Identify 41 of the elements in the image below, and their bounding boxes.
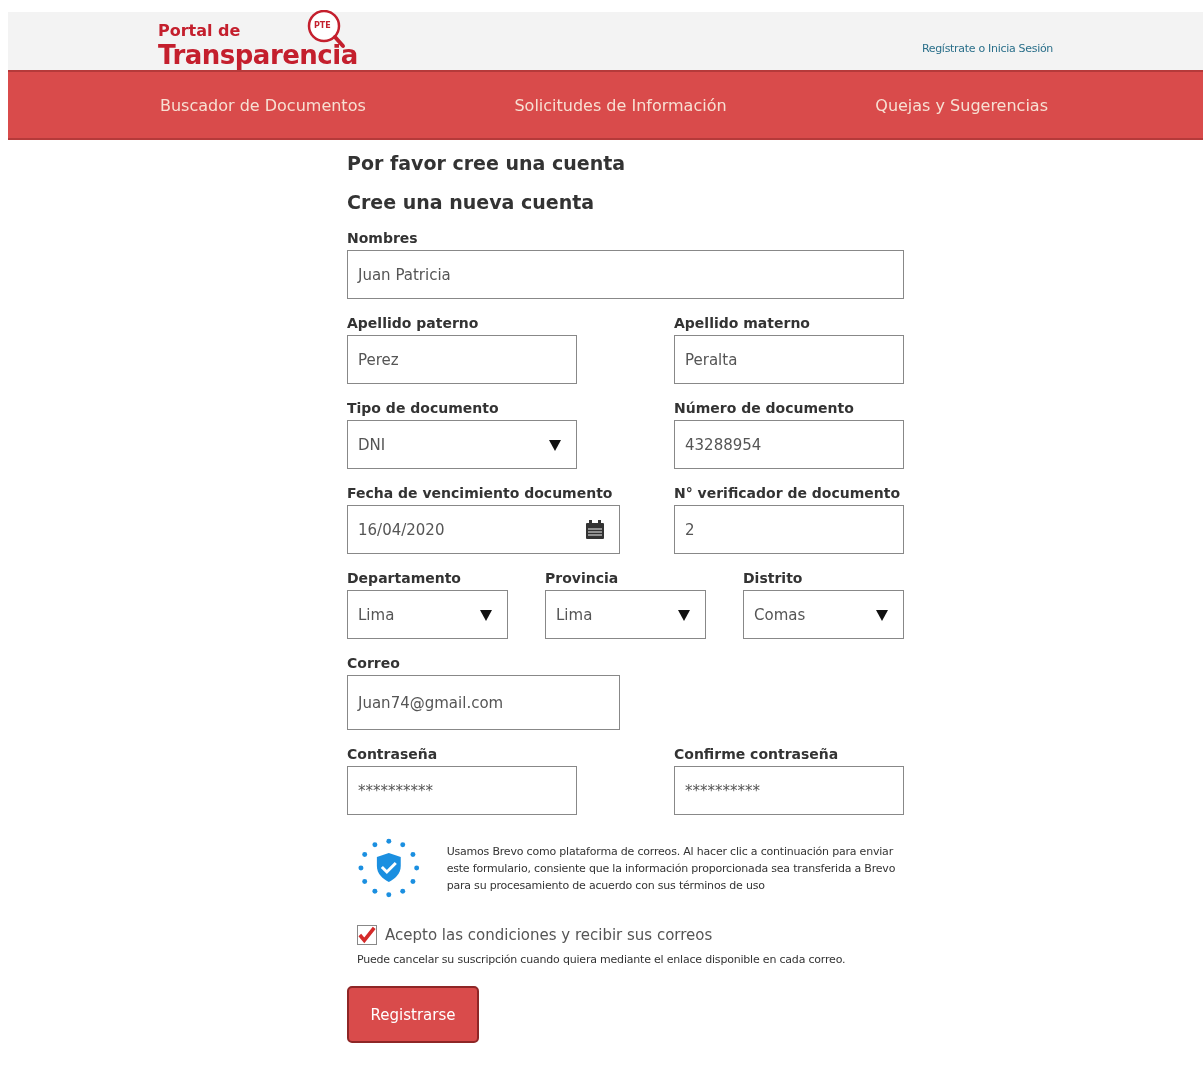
select-field[interactable]: DNI: [347, 420, 577, 469]
privacy-notice: Usamos Brevo como plataforma de correos. Al hacer clic a continuación para enviar este formulario, consiente que la información proporcionada sea transferida a Brevo para su procesamiento de acuerdo con sus términos de uso: [446, 843, 897, 894]
select-field[interactable]: Lima: [347, 590, 508, 639]
field-label: Departamento: [347, 569, 461, 588]
field-label: Provincia: [545, 569, 619, 588]
page-heading: Por favor cree una cuenta: [347, 151, 627, 176]
register-login-link[interactable]: Regístrate o Inicia Sesión: [921, 42, 1053, 55]
form-title: Cree una nueva cuenta: [347, 190, 596, 215]
dropdown-caret-icon: [479, 607, 493, 622]
field-label: Correo: [347, 654, 400, 673]
dropdown-caret-icon: [548, 437, 562, 452]
select-field[interactable]: Comas: [743, 590, 904, 639]
field-label: Número de documento: [674, 399, 854, 418]
unsubscribe-note: Puede cancelar su suscripción cuando quiera mediante el enlace disponible en cada correo.: [357, 953, 847, 966]
field-label: Tipo de documento: [347, 399, 499, 418]
field-label: Distrito: [743, 569, 803, 588]
password-field[interactable]: **********: [674, 766, 904, 815]
field-label: Nombres: [347, 229, 418, 248]
field-label: Contraseña: [347, 745, 438, 764]
date-field[interactable]: 16/04/2020: [347, 505, 620, 554]
calendar-icon: [585, 519, 605, 540]
input-field[interactable]: 2: [674, 505, 904, 554]
field-label: Apellido paterno: [347, 314, 479, 333]
field-label: N° verificador de documento: [674, 484, 901, 503]
field-label: Apellido materno: [674, 314, 810, 333]
dropdown-caret-icon: [677, 607, 691, 622]
consent-label: Acepto las condiciones y recibir sus correos: [385, 926, 713, 944]
select-field[interactable]: Lima: [545, 590, 706, 639]
dropdown-caret-icon: [875, 607, 889, 622]
field-label: Confirme contraseña: [674, 745, 839, 764]
input-field[interactable]: Juan74@gmail.com: [347, 675, 620, 730]
consent-checkbox[interactable]: [357, 925, 377, 945]
input-field[interactable]: Perez: [347, 335, 577, 384]
shield-check-icon: [357, 837, 421, 899]
register-button[interactable]: Registrarse: [347, 986, 479, 1043]
logo-text: Portal de: [158, 22, 241, 40]
field-label: Fecha de vencimiento documento: [347, 484, 613, 503]
input-field[interactable]: Peralta: [674, 335, 904, 384]
password-field[interactable]: **********: [347, 766, 577, 815]
input-field[interactable]: Juan Patricia: [347, 250, 904, 299]
input-field[interactable]: 43288954: [674, 420, 904, 469]
